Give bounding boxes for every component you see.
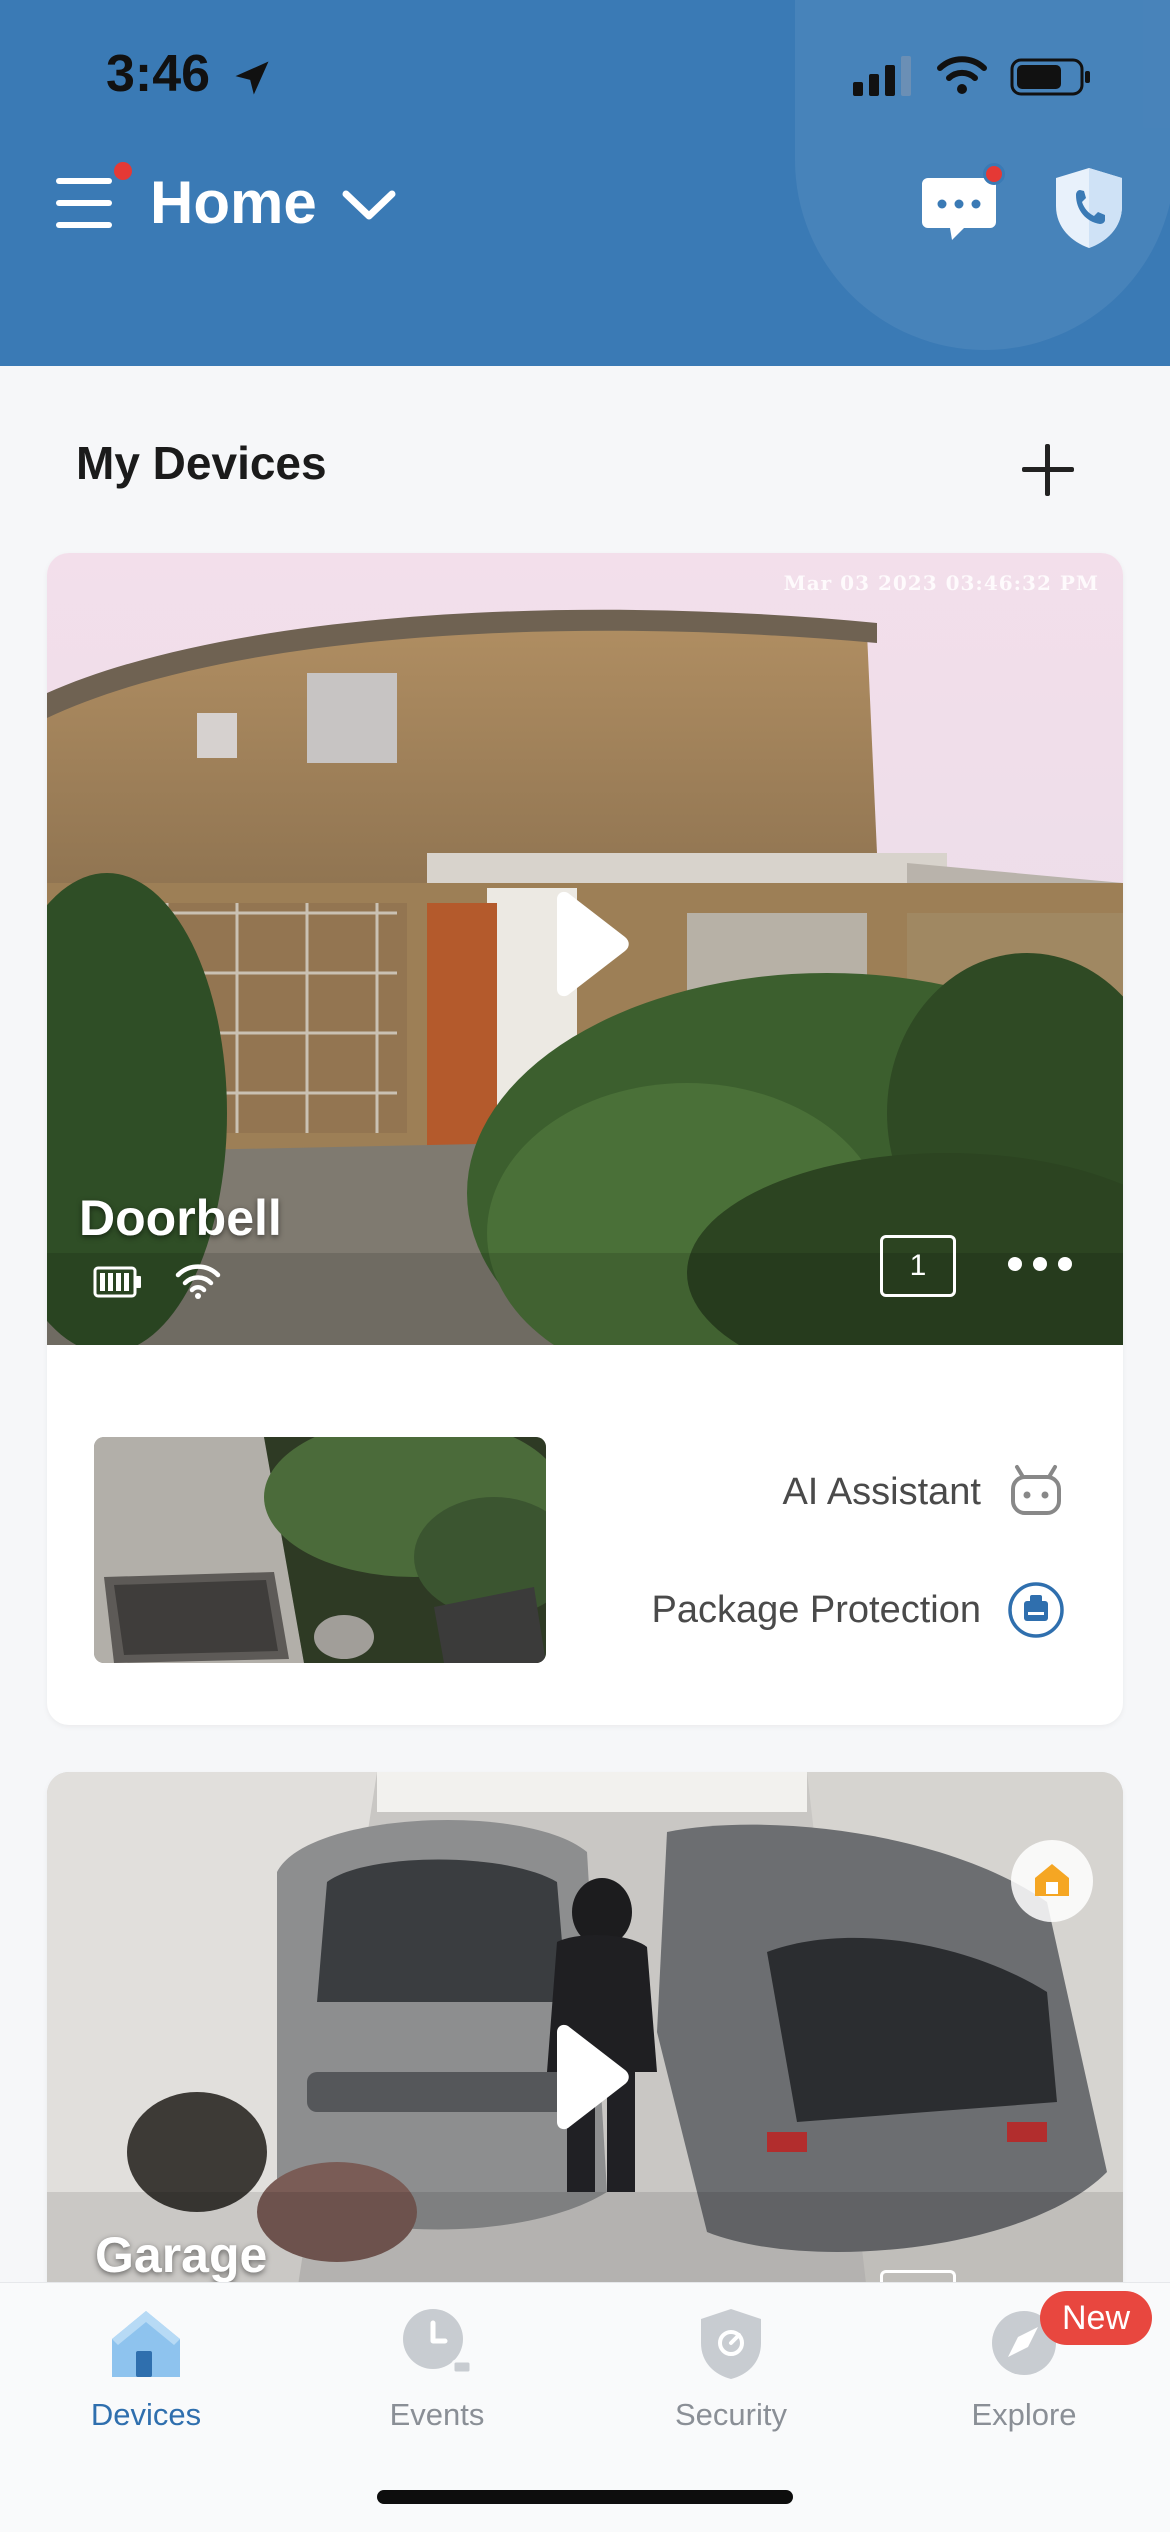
emergency-call-shield-icon[interactable] (1054, 166, 1124, 250)
add-device-button[interactable] (1018, 440, 1078, 500)
video-timestamp: Mar 03 2023 03:46:32 PM (783, 571, 1099, 595)
tab-label: Devices (90, 2397, 202, 2432)
tab-events[interactable]: Events (337, 2305, 537, 2433)
my-devices-title: My Devices (76, 437, 327, 489)
homekit-house-icon (1035, 1864, 1069, 1896)
package-protection-feature[interactable]: Package Protection (651, 1581, 1065, 1639)
menu-notification-dot (114, 162, 132, 180)
device-card-garage: Garage (47, 1772, 1123, 2292)
package-icon (1008, 1582, 1064, 1638)
package-protection-label: Package Protection (651, 1588, 981, 1631)
battery-level-icon (93, 1266, 141, 1298)
new-badge: New (1040, 2291, 1152, 2345)
robot-icon (1011, 1465, 1061, 1515)
wifi-strength-icon (175, 1264, 221, 1299)
message-icon[interactable] (920, 174, 998, 244)
ai-assistant-feature[interactable]: AI Assistant (782, 1463, 1065, 1521)
shield-check-icon (701, 2309, 761, 2379)
device-name-doorbell: Doorbell (79, 1190, 282, 1246)
tab-label: Explore (971, 2397, 1077, 2432)
play-icon[interactable] (537, 889, 637, 999)
wifi-icon (937, 56, 987, 94)
tab-security[interactable]: Security (631, 2305, 831, 2433)
clock-icon (403, 2309, 473, 2375)
porch-snapshot-image (94, 1437, 546, 1663)
more-options-icon[interactable] (1005, 1249, 1075, 1279)
play-icon[interactable] (537, 2022, 637, 2132)
doorbell-live-preview[interactable]: Mar 03 2023 03:46:32 PM Doorbell 1 (47, 553, 1123, 1345)
chevron-down-icon[interactable] (340, 186, 398, 224)
device-name-garage: Garage (95, 2227, 268, 2283)
app-header: 3:46 Home (0, 0, 1170, 366)
home-indicator (377, 2490, 793, 2504)
cellular-signal-icon (853, 56, 911, 96)
ai-assistant-label: AI Assistant (782, 1470, 981, 1513)
homekit-badge (1011, 1840, 1093, 1922)
house-icon (112, 2311, 180, 2377)
tab-label: Events (389, 2397, 485, 2432)
battery-icon (1010, 58, 1090, 96)
device-card-doorbell: Mar 03 2023 03:46:32 PM Doorbell 1 AI As… (47, 553, 1123, 1725)
garage-live-preview[interactable]: Garage (47, 1772, 1123, 2292)
message-notification-dot (983, 163, 1005, 185)
event-count-button[interactable]: 1 (880, 1235, 956, 1297)
menu-icon[interactable] (56, 176, 116, 230)
package-snapshot-thumbnail[interactable] (94, 1437, 546, 1663)
tab-label: Security (675, 2397, 787, 2432)
status-time: 3:46 (106, 45, 211, 103)
home-selector-title[interactable]: Home (150, 168, 317, 237)
location-arrow-icon (235, 61, 269, 95)
tab-devices[interactable]: Devices (46, 2305, 246, 2433)
